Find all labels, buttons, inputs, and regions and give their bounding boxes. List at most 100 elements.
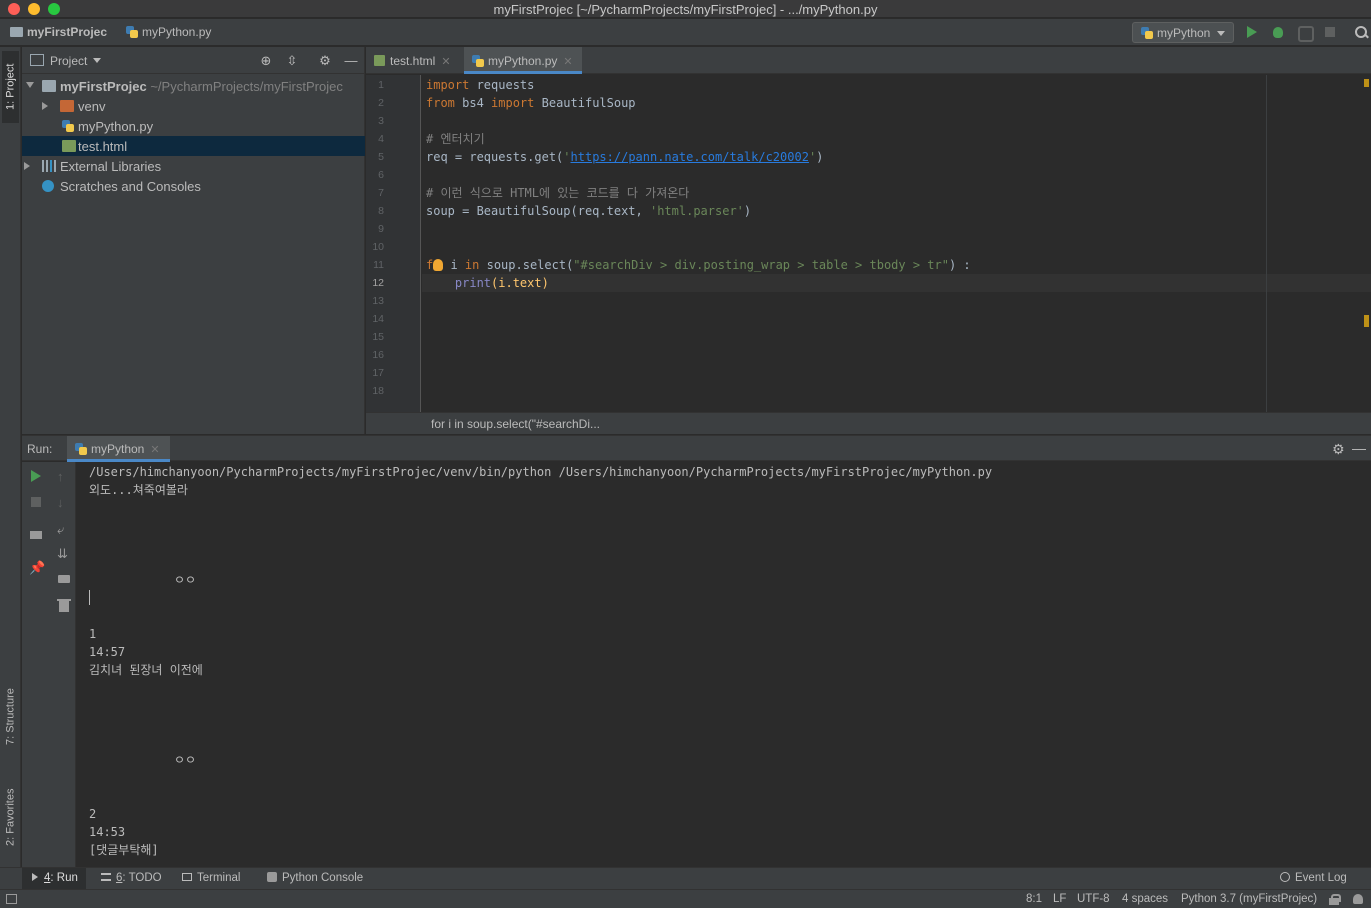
run-config-label: myPython [1157,26,1211,40]
status-line-separator[interactable]: LF [1053,893,1066,905]
tab-test-html[interactable]: test.html ✕ [366,47,462,74]
tree-item-mypython[interactable]: myPython.py [22,116,365,136]
tool-button-terminal[interactable]: Terminal [182,872,240,884]
collapse-all-icon[interactable]: ⇳ [285,54,299,68]
code-line-7: # 이런 식으로 HTML에 있는 코드를 다 가져온다 [426,186,690,200]
window-title: myFirstProjec [~/PycharmProjects/myFirst… [493,2,878,17]
lightbulb-icon[interactable] [433,259,444,271]
restore-layout-icon[interactable] [29,528,43,542]
line-number: 8 [378,205,384,217]
line-number: 15 [372,331,384,343]
rerun-icon[interactable] [29,469,43,483]
minimize-icon[interactable]: — [1352,440,1366,456]
breadcrumb-file[interactable]: myPython.py [126,25,211,39]
line-number: 5 [378,151,384,163]
console-line: /Users/himchanyoon/PycharmProjects/myFir… [89,465,993,479]
minimize-icon[interactable]: — [344,54,358,68]
status-encoding[interactable]: UTF-8 [1077,893,1110,905]
code-line-12: print(i.text) [454,276,549,290]
tool-button-run[interactable]: 4: Run [22,868,86,890]
stop-icon[interactable] [1323,25,1337,39]
breadcrumb-project[interactable]: myFirstProjec [10,25,107,39]
run-panel-header: Run: myPython ✕ ⚙ — [22,435,1371,462]
line-number: 16 [372,349,384,361]
run-console[interactable]: /Users/himchanyoon/PycharmProjects/myFir… [77,462,1371,867]
tool-button-event-log[interactable]: Event Log [1280,872,1347,884]
tree-item-label: venv [78,99,106,114]
line-number: 1 [378,79,384,91]
console-line: 1 [89,627,97,641]
line-number: 17 [372,367,384,379]
project-view-dropdown[interactable]: Project [30,54,101,68]
close-icon[interactable]: ✕ [441,56,450,68]
print-icon[interactable] [57,572,71,586]
console-line: 2 [89,807,97,821]
close-icon[interactable]: ✕ [150,444,159,456]
tree-item-scratches[interactable]: Scratches and Consoles [22,176,365,196]
inspector-icon[interactable] [1352,893,1364,905]
line-number: 7 [378,187,384,199]
tab-mypython[interactable]: myPython.py ✕ [464,47,582,74]
line-number: 6 [378,169,384,181]
run-config-dropdown[interactable]: myPython [1132,22,1234,43]
python-file-icon [472,55,484,67]
arrow-down-icon[interactable]: ↓ [57,495,71,510]
arrow-up-icon[interactable]: ↑ [57,469,71,484]
tool-tab-project[interactable]: 1: Project [2,51,19,123]
stop-icon[interactable] [29,495,43,509]
scrollbar-marker [1364,79,1369,87]
code-editor[interactable]: 1 2 3 4 5 6 7 8 9 10 11 12 13 14 15 16 1… [366,75,1371,412]
run-icon[interactable] [1245,25,1259,39]
tree-item-test-html[interactable]: test.html [22,136,365,156]
coverage-icon[interactable] [1297,25,1314,42]
locate-icon[interactable]: ⊕ [259,54,273,68]
tree-item-label: Scratches and Consoles [60,179,201,194]
tree-item-label: test.html [78,139,128,154]
event-log-icon [1280,872,1290,882]
toggle-tool-windows-icon[interactable] [6,894,17,904]
left-tool-strip: 1: Project 7: Structure 2: Favorites [0,47,21,867]
status-interpreter[interactable]: Python 3.7 (myFirstProjec) [1181,893,1317,905]
console-line: ㅇㅇ [174,573,197,587]
editor-breadcrumb-bar: for i in soup.select("#searchDi... [366,412,1371,434]
run-tab-mypython[interactable]: myPython ✕ [67,436,170,462]
text-caret [89,590,90,605]
debug-icon[interactable] [1271,25,1285,39]
search-icon[interactable] [1354,25,1368,39]
editor-breadcrumb[interactable]: for i in soup.select("#searchDi... [431,417,600,431]
html-file-icon [62,140,76,152]
pin-icon[interactable]: 📌 [29,560,45,575]
scrollbar-marker [1364,315,1369,327]
console-line: [댓글부탁해] [89,843,159,857]
tree-item-venv[interactable]: venv [22,96,365,116]
status-caret-position[interactable]: 8:1 [1026,893,1042,905]
close-icon[interactable]: ✕ [563,56,572,68]
scroll-to-end-icon[interactable]: ⇊ [57,546,71,561]
html-file-icon [374,55,385,66]
trash-icon[interactable] [57,598,71,612]
soft-wrap-icon[interactable]: ⤶ [57,522,71,537]
chevron-down-icon [1217,31,1225,36]
right-margin-guide [1266,75,1267,412]
code-line-4: # 엔터치기 [426,132,485,146]
lock-icon[interactable] [1329,894,1341,905]
tab-label: myPython.py [488,54,558,68]
editor-tab-bar: test.html ✕ myPython.py ✕ [366,47,1371,74]
tree-item-label: External Libraries [60,159,162,174]
list-icon [101,873,111,881]
tree-item-root[interactable]: myFirstProjec ~/PycharmProjects/myFirstP… [22,76,365,96]
line-number: 18 [372,385,384,397]
tool-tab-structure[interactable]: 7: Structure [2,677,19,757]
project-panel: Project ⊕ ⇳ ⚙ — myFirstProjec ~/PycharmP… [22,47,365,434]
tree-item-external-libraries[interactable]: External Libraries [22,156,365,176]
tool-button-python-console[interactable]: Python Console [267,872,363,884]
python-icon [267,872,277,882]
console-line: 김치녀 된장녀 이전에 [89,663,203,677]
gear-icon[interactable]: ⚙ [318,54,332,68]
gear-icon[interactable]: ⚙ [1332,441,1345,458]
run-toolbar: 📌 ↑ ↓ ⤶ ⇊ [22,462,76,867]
status-indent[interactable]: 4 spaces [1122,893,1168,905]
tool-tab-favorites[interactable]: 2: Favorites [2,775,19,859]
tool-button-todo[interactable]: 6: TODO [101,872,162,884]
terminal-icon [182,873,192,881]
